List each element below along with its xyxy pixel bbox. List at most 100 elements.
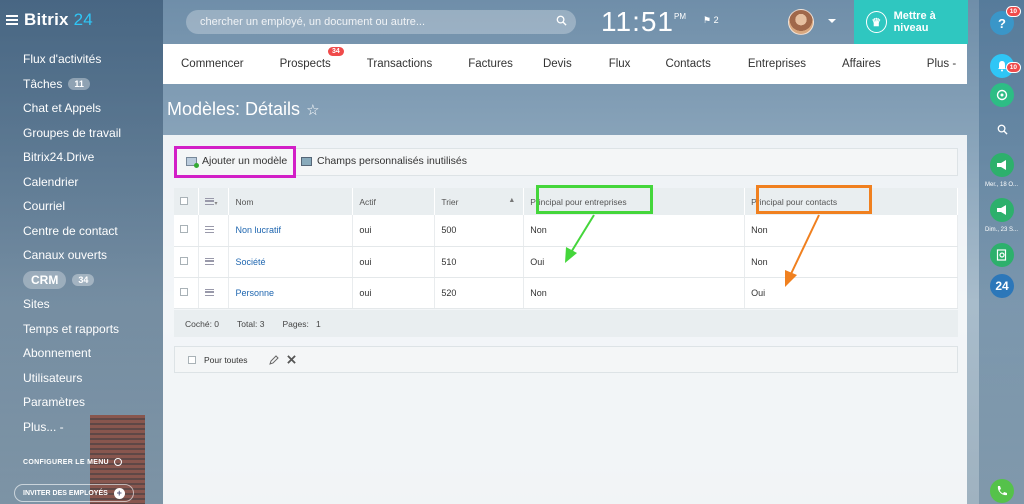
- upgrade-button[interactable]: ♛ Mettre à niveau: [854, 0, 968, 44]
- tab-transactions[interactable]: Transactions: [367, 58, 432, 70]
- megaphone-icon: [997, 160, 1006, 170]
- page-title: Modèles: Détails ☆: [167, 99, 320, 120]
- name-cell: Société: [228, 246, 354, 278]
- main-contact-cell: Oui: [744, 277, 958, 309]
- unused-fields-button[interactable]: Champs personnalisés inutilisés: [301, 155, 467, 167]
- sidebar-item-label: Paramètres: [23, 395, 86, 410]
- help-button[interactable]: ? 10: [990, 6, 1021, 35]
- chat-button[interactable]: [990, 83, 1014, 107]
- phone-button[interactable]: [990, 479, 1014, 503]
- active-cell: oui: [352, 277, 436, 309]
- highlight-main-company: [536, 185, 653, 214]
- select-all-cell: [174, 188, 200, 215]
- sidebar-item-canaux[interactable]: Canaux ouverts: [23, 243, 121, 268]
- sidebar-item-abonnement[interactable]: Abonnement: [23, 341, 121, 366]
- table-row[interactable]: Société oui 510 Oui Non: [174, 246, 958, 278]
- tab-commencer[interactable]: Commencer: [181, 58, 244, 70]
- search-input[interactable]: [186, 10, 576, 34]
- template-name-link[interactable]: Société: [235, 257, 265, 267]
- megaphone-icon: [997, 205, 1006, 215]
- search-icon: [997, 124, 1008, 135]
- tab-label: Transactions: [366, 58, 433, 70]
- tab-label: Commencer: [181, 58, 244, 70]
- pencil-icon[interactable]: [269, 354, 280, 365]
- column-header-label: Trier: [441, 196, 459, 207]
- count-badge: 34: [72, 273, 95, 286]
- clock[interactable]: 11:51PM: [601, 6, 686, 38]
- sidebar-item-plus[interactable]: Plus... -: [23, 415, 121, 440]
- tab-devis[interactable]: Devis: [543, 58, 572, 70]
- sidebar-item-crm[interactable]: CRM 34: [23, 268, 121, 293]
- tab-flux[interactable]: Flux: [609, 58, 631, 70]
- sidebar-item-taches[interactable]: Tâches 11: [23, 72, 121, 97]
- active-cell: oui: [352, 215, 436, 247]
- notifications-button[interactable]: 10: [990, 54, 1021, 78]
- search-button[interactable]: [990, 117, 1014, 141]
- row-select-cell: [174, 277, 200, 309]
- row-checkbox[interactable]: [180, 256, 188, 265]
- column-header-active[interactable]: Actif: [352, 188, 436, 215]
- invite-employees-button[interactable]: INVITER DES EMPLOYÉS +: [14, 484, 134, 502]
- tab-factures[interactable]: Factures: [468, 58, 513, 70]
- date-label-2: Dim., 23 S...: [984, 227, 1018, 233]
- template-name-link[interactable]: Personne: [235, 288, 274, 298]
- select-all-checkbox[interactable]: [180, 196, 188, 205]
- table-row[interactable]: Non lucratif oui 500 Non Non: [174, 215, 958, 247]
- telephony-button-2[interactable]: [990, 198, 1014, 222]
- apply-all-checkbox[interactable]: [188, 355, 196, 364]
- logo-text: Bitrix: [24, 10, 69, 29]
- column-header-name[interactable]: Nom: [228, 188, 354, 215]
- sidebar-item-label: Canaux ouverts: [23, 248, 108, 263]
- flag-counter[interactable]: ⚑ 2: [703, 15, 719, 26]
- sidebar-item-flux[interactable]: Flux d'activités: [23, 47, 121, 72]
- sidebar-item-label: Tâches: [23, 76, 63, 91]
- telephony-button-1[interactable]: [990, 153, 1014, 177]
- menu-icon[interactable]: [6, 15, 18, 25]
- column-header-sort[interactable]: Trier ▲: [434, 188, 525, 215]
- sidebar-item-centre-contact[interactable]: Centre de contact: [23, 219, 121, 244]
- pages-value[interactable]: 1: [316, 319, 321, 329]
- sidebar-item-temps[interactable]: Temps et rapports: [23, 317, 121, 342]
- sidebar-item-calendrier[interactable]: Calendrier: [23, 170, 121, 195]
- tab-affaires[interactable]: Affaires: [842, 58, 881, 70]
- sidebar-item-chat[interactable]: Chat et Appels: [23, 96, 121, 121]
- row-checkbox[interactable]: [180, 225, 188, 234]
- sidebar-item-groupes[interactable]: Groupes de travail: [23, 121, 121, 146]
- tab-label: Plus -: [926, 58, 957, 70]
- sidebar-item-utilisateurs[interactable]: Utilisateurs: [23, 366, 121, 391]
- avatar[interactable]: [788, 9, 814, 35]
- tab-plus[interactable]: Plus -: [927, 58, 956, 70]
- star-icon[interactable]: ☆: [306, 102, 319, 119]
- flag-icon: ⚑: [703, 15, 712, 25]
- configure-menu-link[interactable]: CONFIGURER LE MENU: [23, 458, 122, 466]
- sidebar-item-courriel[interactable]: Courriel: [23, 194, 121, 219]
- row-menu-icon[interactable]: [205, 257, 215, 265]
- template-name-link[interactable]: Non lucratif: [235, 225, 281, 235]
- row-menu-icon[interactable]: [205, 288, 215, 296]
- main-company-cell: Non: [523, 215, 746, 247]
- gear-icon: [113, 458, 122, 466]
- row-menu-icon[interactable]: [205, 226, 215, 234]
- bitrix24-button[interactable]: 24: [990, 274, 1014, 298]
- search-contacts-button[interactable]: [990, 243, 1014, 267]
- sidebar-item-label: Courriel: [23, 199, 66, 214]
- chevron-down-icon[interactable]: [828, 19, 836, 23]
- main-contact-cell: Non: [744, 246, 958, 278]
- table-row[interactable]: Personne oui 520 Non Oui: [174, 277, 958, 309]
- row-checkbox[interactable]: [180, 287, 188, 296]
- tab-prospects[interactable]: Prospects 34: [280, 47, 344, 70]
- sidebar-item-label: Utilisateurs: [23, 370, 83, 385]
- delete-icon[interactable]: [287, 355, 297, 364]
- app-logo[interactable]: Bitrix 24: [24, 10, 93, 30]
- configure-menu-label: CONFIGURER LE MENU: [23, 458, 109, 466]
- tab-entreprises[interactable]: Entreprises: [748, 58, 806, 70]
- sidebar-item-drive[interactable]: Bitrix24.Drive: [23, 145, 121, 170]
- sidebar-item-parametres[interactable]: Paramètres: [23, 390, 121, 415]
- column-settings-icon[interactable]: [205, 197, 215, 205]
- top-bar: 11:51PM ⚑ 2 ♛ Mettre à niveau: [163, 0, 978, 44]
- tab-contacts[interactable]: Contacts: [665, 58, 710, 70]
- search-icon[interactable]: [556, 15, 567, 26]
- sidebar-item-label: Temps et rapports: [23, 321, 120, 336]
- sidebar-item-sites[interactable]: Sites: [23, 292, 121, 317]
- row-select-cell: [174, 246, 200, 278]
